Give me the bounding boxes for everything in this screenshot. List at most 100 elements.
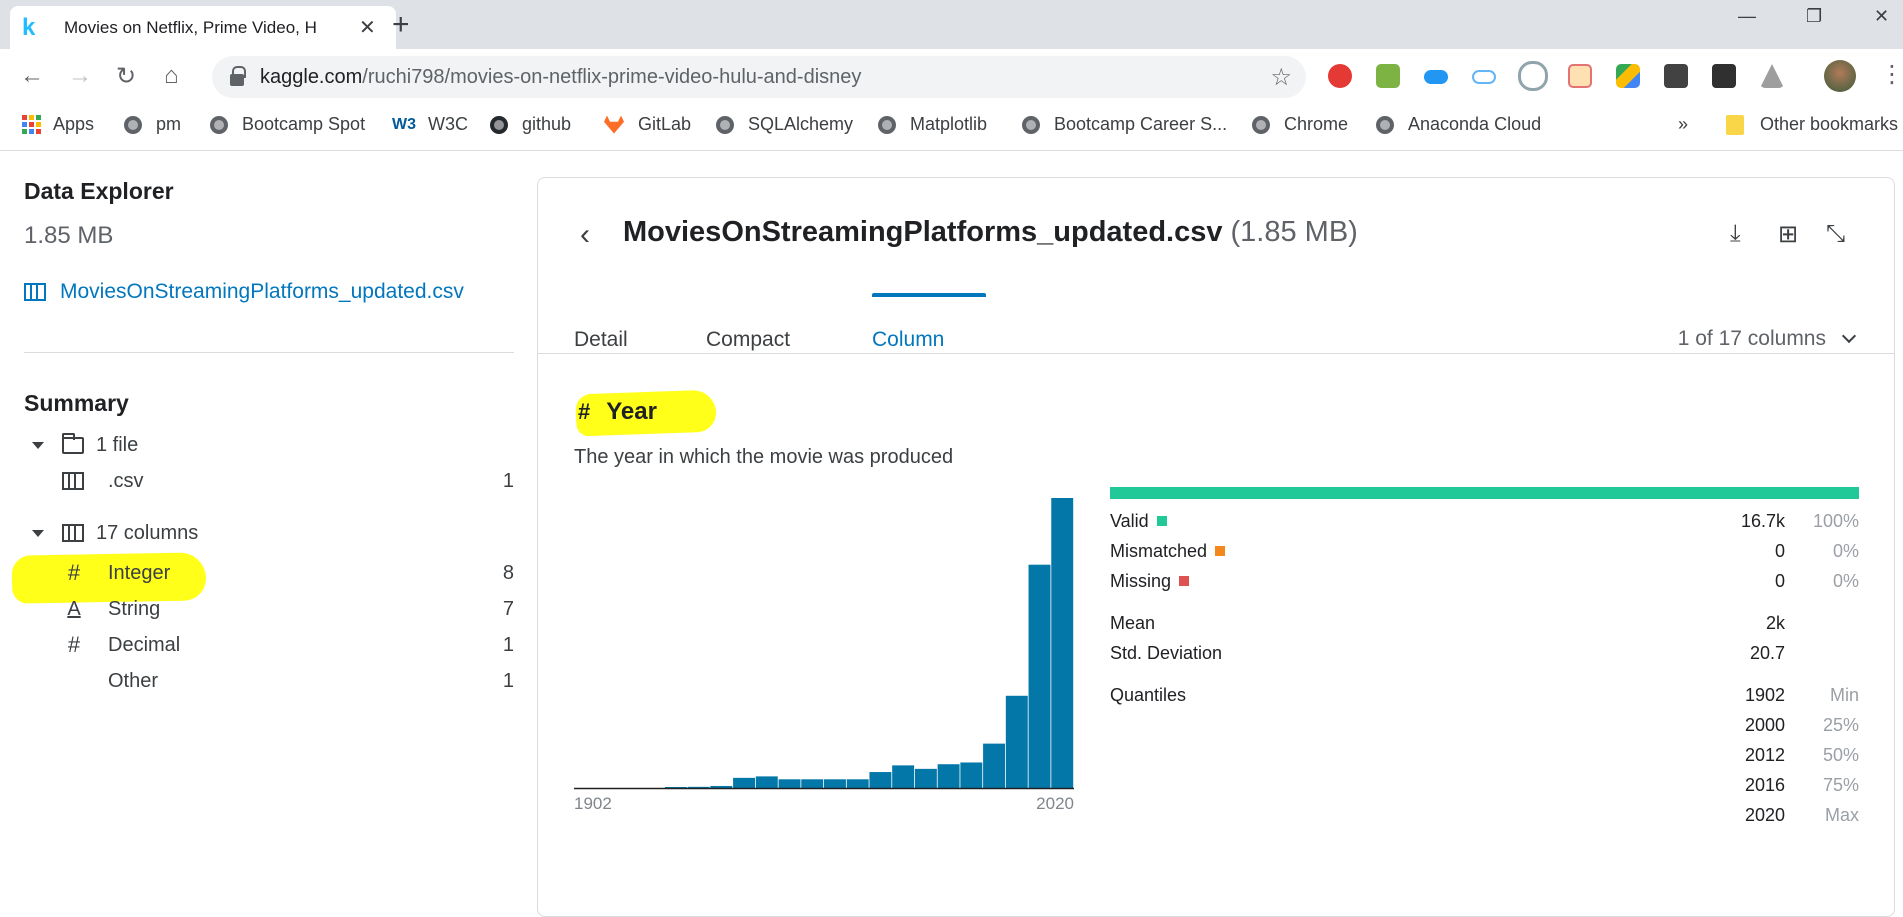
bookmark-star-icon[interactable]: ☆ <box>1270 63 1292 92</box>
back-arrow-icon[interactable]: ‹ <box>580 218 590 252</box>
histogram-bar[interactable] <box>801 779 824 788</box>
csv-count: 1 <box>502 469 514 492</box>
extension-1-icon[interactable] <box>1328 64 1352 88</box>
folder-icon <box>1726 114 1744 135</box>
extension-2-icon[interactable] <box>1376 64 1400 88</box>
stat-pct: Max <box>1824 804 1859 825</box>
stat-value: 16.7k <box>1740 510 1785 531</box>
download-icon[interactable]: ⤓ <box>1730 220 1741 248</box>
columns-group-toggle[interactable]: 17 columns <box>24 518 514 548</box>
active-tab-indicator <box>872 293 986 297</box>
histogram-bar[interactable] <box>914 768 937 788</box>
file-viewer-panel: ‹ MoviesOnStreamingPlatforms_updated.csv… <box>537 177 1895 917</box>
bookmark-label: pm <box>156 114 182 134</box>
bookmark-chrome[interactable]: Chrome <box>1252 114 1348 135</box>
globe-icon <box>210 115 228 134</box>
csv-row[interactable]: .csv 1 <box>24 466 514 496</box>
bookmark-apps[interactable]: Apps <box>22 114 94 135</box>
stat-pct: Min <box>1829 684 1859 705</box>
histogram-bar[interactable] <box>1005 695 1028 788</box>
stat-std: Std. Deviation 20.7 <box>1110 640 1859 666</box>
globe-icon <box>716 115 734 134</box>
close-window-icon[interactable]: ✕ <box>1874 6 1889 27</box>
gitlab-icon <box>604 115 624 134</box>
other-bookmarks[interactable]: Other bookmarks <box>1726 114 1898 135</box>
files-group-label: 1 file <box>96 433 139 456</box>
address-bar[interactable]: kaggle.com/ruchi798/movies-on-netflix-pr… <box>212 56 1306 98</box>
restore-icon[interactable]: ❐ <box>1806 6 1822 27</box>
histogram-bar[interactable] <box>824 779 846 788</box>
column-selector-label: 1 of 17 columns <box>1677 327 1826 350</box>
stat-mean: Mean 2k <box>1110 610 1859 636</box>
column-selector[interactable]: 1 of 17 columns <box>1677 327 1857 351</box>
onedrive-icon[interactable] <box>1424 70 1448 84</box>
collapse-icon[interactable]: ⤡ <box>1826 220 1845 248</box>
stat-pct: 25% <box>1822 714 1859 735</box>
type-row-integer[interactable]: # Integer 8 <box>24 558 514 588</box>
mismatched-swatch <box>1215 546 1226 556</box>
hash-icon: # <box>67 632 81 657</box>
table-view-icon[interactable]: ⊞ <box>1778 220 1798 249</box>
bookmark-bootcamp-spot[interactable]: Bootcamp Spot <box>210 114 365 135</box>
globe-icon <box>1252 115 1270 134</box>
more-bookmarks-button[interactable]: » <box>1678 114 1688 135</box>
new-tab-button[interactable]: + <box>392 8 410 42</box>
type-row-other[interactable]: Other 1 <box>24 666 514 696</box>
histogram-bar[interactable] <box>846 779 869 788</box>
histogram-bar[interactable] <box>1051 498 1074 788</box>
bookmark-label: Anaconda Cloud <box>1408 114 1542 134</box>
bookmark-label: github <box>522 114 572 134</box>
histogram-bar[interactable] <box>960 762 983 788</box>
bookmark-label: GitLab <box>638 114 692 134</box>
tab-detail[interactable]: Detail <box>574 328 628 352</box>
extension-8-icon[interactable] <box>1664 64 1688 88</box>
github-icon <box>490 115 508 134</box>
profile-avatar[interactable] <box>1824 60 1856 92</box>
bookmark-anaconda[interactable]: Anaconda Cloud <box>1376 114 1541 135</box>
type-row-decimal[interactable]: # Decimal 1 <box>24 630 514 660</box>
histogram-bar[interactable] <box>1028 564 1051 788</box>
histogram-bar[interactable] <box>733 777 756 788</box>
calendar-icon[interactable] <box>1568 64 1592 88</box>
csv-label: .csv <box>108 469 144 492</box>
bookmark-gitlab[interactable]: GitLab <box>604 114 691 135</box>
type-row-string[interactable]: A String 7 <box>24 594 514 624</box>
forward-icon[interactable]: → <box>68 62 92 90</box>
bookmark-bootcamp-career[interactable]: Bootcamp Career S... <box>1022 114 1227 135</box>
extension-9-icon[interactable] <box>1712 64 1736 88</box>
histogram-bar[interactable] <box>869 772 892 788</box>
browser-tab[interactable]: k Movies on Netflix, Prime Video, H ✕ <box>10 6 396 49</box>
bookmark-w3c[interactable]: W3 W3C <box>392 114 468 135</box>
bookmark-sqlalchemy[interactable]: SQLAlchemy <box>716 114 853 135</box>
tab-compact[interactable]: Compact <box>706 328 790 352</box>
histogram-bar[interactable] <box>937 764 960 788</box>
home-icon[interactable]: ⌂ <box>164 62 179 90</box>
back-icon[interactable]: ← <box>20 62 44 90</box>
histogram-bar[interactable] <box>892 765 915 788</box>
minimize-icon[interactable]: — <box>1738 6 1756 27</box>
files-group-toggle[interactable]: 1 file <box>24 430 514 460</box>
file-name: MoviesOnStreamingPlatforms_updated.csv <box>623 216 1223 248</box>
extension-5-icon[interactable] <box>1518 61 1548 91</box>
histogram-bar[interactable] <box>983 743 1006 788</box>
browser-menu-icon[interactable]: ⋮ <box>1880 60 1903 89</box>
stat-value: 1902 <box>1744 684 1785 705</box>
close-tab-icon[interactable]: ✕ <box>359 15 376 40</box>
hash-icon: # <box>578 399 591 424</box>
histogram-bar[interactable] <box>755 776 778 788</box>
bookmark-matplotlib[interactable]: Matplotlib <box>878 114 987 135</box>
google-drive-icon[interactable] <box>1616 64 1640 88</box>
data-explorer-title: Data Explorer <box>24 178 174 204</box>
w3c-icon: W3 <box>392 115 416 133</box>
file-link[interactable]: MoviesOnStreamingPlatforms_updated.csv <box>24 280 464 304</box>
column-name: # Year <box>578 398 657 426</box>
histogram-bar[interactable] <box>778 779 801 788</box>
bookmark-github[interactable]: github <box>490 114 571 135</box>
histogram-bar[interactable] <box>710 785 733 788</box>
icloud-icon[interactable] <box>1472 70 1496 84</box>
stat-value: 2000 <box>1744 714 1785 735</box>
bookmark-pm[interactable]: pm <box>124 114 181 135</box>
tab-column[interactable]: Column <box>872 328 944 352</box>
lock-icon <box>230 66 246 86</box>
reload-icon[interactable]: ↻ <box>116 62 136 91</box>
